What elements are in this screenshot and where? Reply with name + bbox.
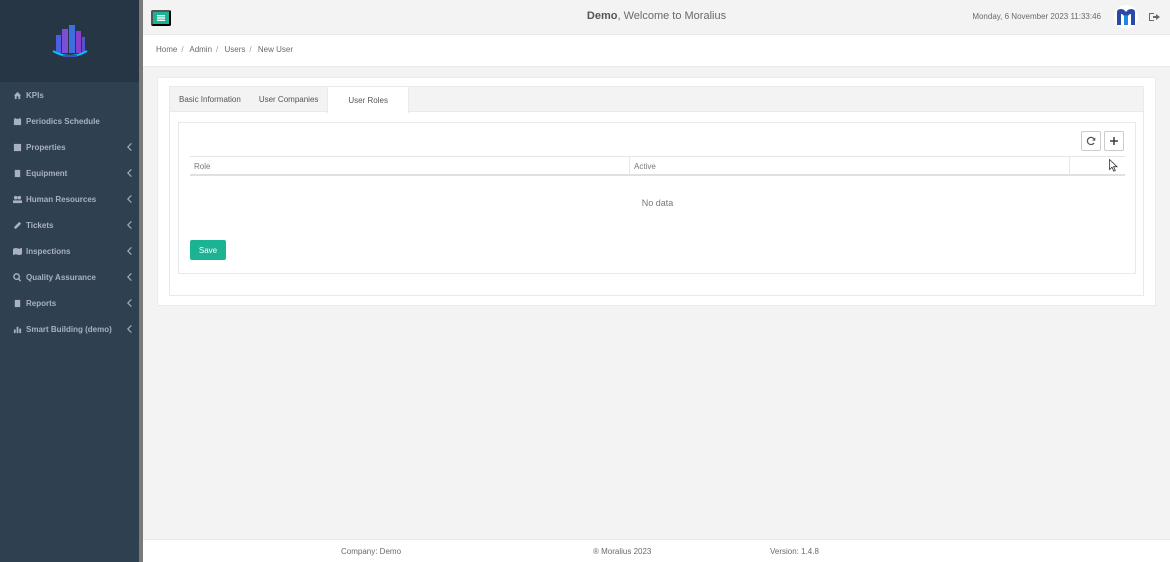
sidebar-item-label: Periodics Schedule — [26, 116, 100, 126]
breadcrumb-separator: / — [249, 45, 252, 54]
breadcrumb: Home / Admin / Users / New User — [143, 35, 1170, 67]
brand-logo-icon[interactable] — [1114, 5, 1138, 29]
map-icon — [13, 247, 22, 256]
breadcrumb-current: New User — [257, 45, 293, 54]
sidebar-item-periodics-schedule[interactable]: Periodics Schedule — [0, 108, 139, 134]
footer: Company: Demo ® Moralius 2023 Version: 1… — [143, 539, 1170, 562]
chevron-left-icon — [126, 143, 132, 151]
search-icon — [13, 272, 22, 282]
sidebar-item-tickets[interactable]: Tickets — [0, 212, 139, 238]
sidebar-item-label: Human Resources — [26, 194, 97, 204]
breadcrumb-admin[interactable]: Admin — [189, 45, 212, 54]
chevron-left-icon — [126, 221, 132, 229]
logo-area — [0, 0, 139, 82]
sidebar-item-label: Quality Assurance — [26, 272, 96, 282]
tab-bar: Basic Information User Companies User Ro… — [170, 87, 1143, 113]
grid-toolbar — [1081, 131, 1124, 151]
chevron-left-icon — [126, 325, 132, 333]
grid-header: Role Active — [190, 156, 1125, 176]
sidebar-item-properties[interactable]: Properties — [0, 134, 139, 160]
sidebar-item-label: Equipment — [26, 168, 68, 178]
grid-empty-message: No data — [641, 198, 674, 208]
footer-company: Company: Demo — [341, 547, 402, 556]
user-form-card: Basic Information User Companies User Ro… — [157, 77, 1156, 306]
sidebar-item-human-resources[interactable]: Human Resources — [0, 186, 139, 212]
book-icon — [13, 169, 22, 178]
sidebar-item-smart-building[interactable]: Smart Building (demo) — [0, 316, 139, 342]
tab-user-roles[interactable]: User Roles — [327, 87, 409, 113]
logout-icon[interactable] — [1149, 11, 1160, 21]
sidebar-item-reports[interactable]: Reports — [0, 290, 139, 316]
sidebar-item-quality-assurance[interactable]: Quality Assurance — [0, 264, 139, 290]
save-button[interactable]: Save — [190, 240, 226, 260]
sidebar-item-label: Inspections — [26, 246, 71, 256]
footer-copyright: ® Moralius 2023 — [593, 547, 652, 556]
dashboard-icon — [13, 91, 22, 100]
tab-basic-information[interactable]: Basic Information — [170, 87, 250, 112]
chevron-left-icon — [126, 169, 132, 177]
sidebar-nav: KPIs Periodics Schedule Properties Equip… — [0, 82, 139, 342]
add-role-button[interactable] — [1104, 131, 1124, 151]
ticket-icon — [13, 221, 22, 230]
footer-version: Version: 1.4.8 — [770, 547, 819, 556]
tab-user-companies[interactable]: User Companies — [250, 87, 328, 112]
chevron-left-icon — [126, 195, 132, 203]
chevron-left-icon — [126, 247, 132, 255]
plus-icon — [1110, 137, 1118, 145]
refresh-icon — [1086, 136, 1096, 146]
chevron-left-icon — [126, 299, 132, 307]
sidebar-item-label: Reports — [26, 298, 57, 308]
company-logo[interactable] — [50, 21, 90, 61]
sidebar-item-label: Tickets — [26, 220, 54, 230]
breadcrumb-users[interactable]: Users — [225, 45, 246, 54]
sidebar-divider — [139, 0, 143, 562]
sidebar-item-label: KPIs — [26, 90, 44, 100]
report-icon — [13, 299, 22, 308]
calendar-icon — [13, 117, 22, 126]
breadcrumb-separator: / — [216, 45, 219, 54]
sidebar-item-label: Properties — [26, 142, 66, 152]
top-bar: Demo, Welcome to Moralius Monday, 6 Nove… — [143, 0, 1170, 35]
sidebar: KPIs Periodics Schedule Properties Equip… — [0, 0, 139, 562]
breadcrumb-home[interactable]: Home — [156, 45, 177, 54]
users-icon — [13, 195, 22, 204]
column-header-role[interactable]: Role — [190, 157, 630, 174]
chevron-left-icon — [126, 273, 132, 281]
sidebar-item-label: Smart Building (demo) — [26, 324, 112, 334]
building-icon — [13, 143, 22, 152]
welcome-text: , Welcome to Moralius — [617, 10, 727, 22]
sidebar-item-equipment[interactable]: Equipment — [0, 160, 139, 186]
sidebar-item-inspections[interactable]: Inspections — [0, 238, 139, 264]
column-header-active[interactable]: Active — [630, 157, 1070, 174]
breadcrumb-separator: / — [181, 45, 184, 54]
mouse-cursor-icon — [1109, 159, 1118, 172]
refresh-button[interactable] — [1081, 131, 1101, 151]
roles-grid: Role Active No data — [190, 156, 1125, 208]
user-roles-panel: Role Active No data Save — [178, 122, 1136, 274]
current-datetime: Monday, 6 November 2023 11:33:46 — [972, 12, 1101, 21]
bar-chart-icon — [13, 325, 22, 334]
tab-container: Basic Information User Companies User Ro… — [169, 86, 1144, 296]
sidebar-item-kpis[interactable]: KPIs — [0, 82, 139, 108]
user-name: Demo — [586, 10, 618, 22]
